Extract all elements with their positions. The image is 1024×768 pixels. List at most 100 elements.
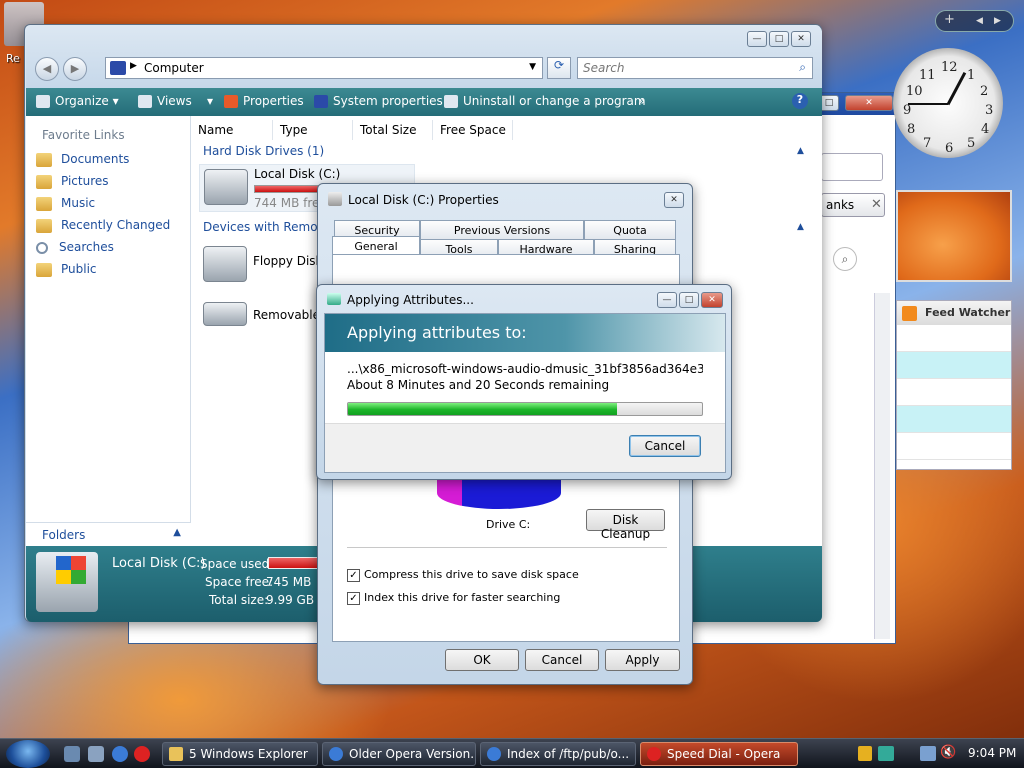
floppy-disk-name: Floppy Disk xyxy=(253,254,323,268)
search-icon[interactable]: ⌕ xyxy=(799,60,806,75)
start-button[interactable] xyxy=(6,740,50,768)
feed-row[interactable] xyxy=(897,433,1011,460)
minimize-button[interactable]: — xyxy=(747,31,767,47)
task-index-ftp[interactable]: Index of /ftp/pub/o... xyxy=(480,742,636,766)
opera-close-button[interactable]: ✕ xyxy=(845,95,893,111)
forward-button[interactable]: ▶ xyxy=(63,57,87,81)
removable-disk-icon xyxy=(203,302,247,326)
address-bar[interactable]: ▶ Computer ▼ xyxy=(105,57,543,79)
clock-number: 9 xyxy=(903,103,912,118)
opera-scrollbar[interactable] xyxy=(874,293,890,639)
column-total-size[interactable]: Total Size xyxy=(353,120,433,140)
tab-quota[interactable]: Quota xyxy=(584,220,676,239)
favorite-links-header: Favorite Links xyxy=(42,128,125,142)
removable-disk-item[interactable]: Removable I xyxy=(199,298,329,338)
opera-close-icon[interactable]: ✕ xyxy=(871,197,882,212)
ok-button[interactable]: OK xyxy=(445,649,519,671)
switch-windows-icon[interactable] xyxy=(88,746,104,762)
computer-icon xyxy=(110,61,126,75)
opera-search-icon[interactable]: ⌕ xyxy=(833,247,857,271)
apply-file-path: ...\x86_microsoft-windows-audio-dmusic_3… xyxy=(347,362,703,376)
organize-button[interactable]: Organize ▾ xyxy=(36,94,119,108)
apply-close-button[interactable]: ✕ xyxy=(701,292,723,308)
task-older-opera[interactable]: Older Opera Version... xyxy=(322,742,476,766)
close-button[interactable]: ✕ xyxy=(791,31,811,47)
internet-explorer-icon[interactable] xyxy=(112,746,128,762)
link-music[interactable]: Music xyxy=(36,196,95,211)
show-desktop-icon[interactable] xyxy=(64,746,80,762)
task-windows-explorer[interactable]: 5 Windows Explorer xyxy=(162,742,318,766)
feed-row[interactable] xyxy=(897,352,1011,379)
group-removable-devices[interactable]: Devices with Removal xyxy=(203,220,335,234)
maximize-button[interactable]: □ xyxy=(769,31,789,47)
security-shield-icon[interactable] xyxy=(858,746,872,761)
back-button[interactable]: ◀ xyxy=(35,57,59,81)
details-total-size-label: Total size: xyxy=(209,593,269,607)
column-name[interactable]: Name xyxy=(191,120,273,140)
compress-checkbox[interactable]: ✓ xyxy=(347,569,360,582)
chevron-up-icon[interactable]: ▲ xyxy=(797,146,804,156)
feed-row[interactable] xyxy=(897,325,1011,352)
refresh-button[interactable]: ⟳ xyxy=(547,57,571,79)
folders-toggle[interactable]: Folders ▲ xyxy=(26,522,191,546)
applying-attributes-dialog[interactable]: Applying Attributes... — □ ✕ Applying at… xyxy=(316,284,732,480)
apply-progress-bar xyxy=(347,402,703,416)
sidebar-add-icon[interactable]: + xyxy=(944,12,955,27)
cancel-button[interactable]: Cancel xyxy=(525,649,599,671)
apply-button[interactable]: Apply xyxy=(605,649,680,671)
column-type[interactable]: Type xyxy=(273,120,353,140)
properties-button[interactable]: Properties xyxy=(224,94,304,108)
clock-number: 10 xyxy=(906,84,923,99)
clock-number: 6 xyxy=(945,141,954,156)
link-pictures[interactable]: Pictures xyxy=(36,174,109,189)
compress-label: Compress this drive to save disk space xyxy=(364,568,579,581)
tray-app-icon[interactable] xyxy=(878,746,894,761)
task-speed-dial-opera[interactable]: Speed Dial - Opera xyxy=(640,742,798,766)
clock-number: 2 xyxy=(980,84,989,99)
uninstall-icon xyxy=(444,95,458,108)
opera-maximize-button[interactable]: □ xyxy=(819,95,839,111)
apply-minimize-button[interactable]: — xyxy=(657,292,677,308)
slideshow-gadget[interactable] xyxy=(896,190,1012,282)
link-documents[interactable]: Documents xyxy=(36,152,129,167)
system-properties-button[interactable]: System properties xyxy=(314,94,443,108)
floppy-disk-item[interactable]: Floppy Disk xyxy=(199,244,329,288)
tab-previous-versions[interactable]: Previous Versions xyxy=(420,220,584,239)
opera-address-field[interactable] xyxy=(821,153,883,181)
feed-watcher-gadget[interactable]: Feed Watcher xyxy=(896,300,1012,470)
sidebar-prev-icon[interactable]: ◀ xyxy=(976,16,983,26)
chevron-up-icon[interactable]: ▲ xyxy=(797,222,804,232)
address-dropdown-icon[interactable]: ▼ xyxy=(529,62,536,72)
toolbar-overflow-button[interactable]: » xyxy=(638,94,645,108)
feed-row[interactable] xyxy=(897,406,1011,433)
opera-icon[interactable] xyxy=(134,746,150,762)
clock-minute-hand xyxy=(946,72,967,106)
group-hard-disk-drives[interactable]: Hard Disk Drives (1) xyxy=(203,144,324,158)
network-icon[interactable] xyxy=(920,746,936,761)
apply-cancel-button[interactable]: Cancel xyxy=(629,435,701,457)
feed-row[interactable] xyxy=(897,379,1011,406)
views-button[interactable]: Views ▾ xyxy=(138,94,213,108)
uninstall-program-button[interactable]: Uninstall or change a program xyxy=(444,94,646,108)
link-recently-changed[interactable]: Recently Changed xyxy=(36,218,170,233)
details-space-free-label: Space free: xyxy=(205,575,274,589)
sidebar-controls[interactable]: + ◀ ▶ xyxy=(935,10,1014,32)
volume-icon[interactable]: 🔇 xyxy=(940,745,956,760)
help-icon[interactable]: ? xyxy=(792,93,808,109)
clock-gadget[interactable]: 12 1 2 3 4 5 6 7 8 9 10 11 xyxy=(893,48,1003,158)
link-searches[interactable]: Searches xyxy=(36,240,114,254)
clock-hour-hand xyxy=(908,103,948,105)
clock-time[interactable]: 9:04 PM xyxy=(968,746,1016,760)
apply-maximize-button[interactable]: □ xyxy=(679,292,699,308)
drive-large-icon xyxy=(36,552,98,612)
properties-close-button[interactable]: ✕ xyxy=(664,192,684,208)
search-input[interactable]: Search ⌕ xyxy=(577,57,813,79)
sidebar-next-icon[interactable]: ▶ xyxy=(994,16,1001,26)
index-checkbox[interactable]: ✓ xyxy=(347,592,360,605)
link-public[interactable]: Public xyxy=(36,262,97,277)
drive-label: Drive C: xyxy=(486,518,531,531)
disk-cleanup-button[interactable]: Disk Cleanup xyxy=(586,509,665,541)
rss-icon xyxy=(902,306,917,321)
navigation-pane: Favorite Links Documents Pictures Music … xyxy=(26,116,191,546)
column-free-space[interactable]: Free Space xyxy=(433,120,513,140)
